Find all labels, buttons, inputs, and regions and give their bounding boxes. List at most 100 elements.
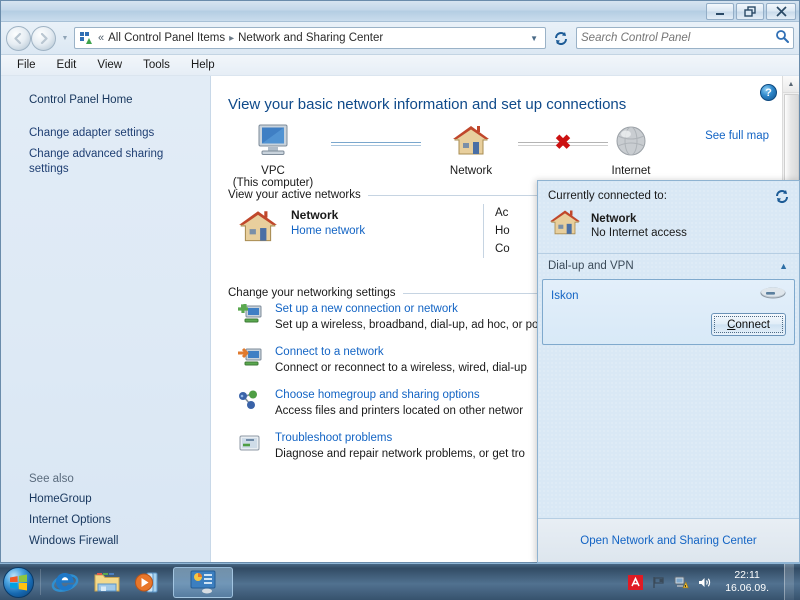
sidebar-item-homegroup[interactable]: HomeGroup (1, 489, 210, 510)
active-network-row: Network Home network (237, 208, 365, 251)
start-button[interactable] (3, 566, 34, 598)
taskbar-item-media-player[interactable] (131, 567, 167, 598)
setting-link[interactable]: Troubleshoot problems (275, 432, 525, 444)
page-title: View your basic network information and … (228, 96, 627, 113)
window-buttons (706, 3, 796, 20)
sidebar-item-internet-options[interactable]: Internet Options (1, 510, 210, 531)
network-flyout: Currently connected to: Network No Inter… (537, 180, 800, 563)
see-full-map-link[interactable]: See full map (705, 130, 769, 142)
address-bar[interactable]: « All Control Panel Items ▸ Network and … (74, 27, 546, 49)
flyout-network-text: Network No Internet access (591, 213, 687, 239)
flyout-connection-item-iskon[interactable]: Iskon Connect (542, 279, 795, 345)
network-warning-icon[interactable] (673, 574, 689, 590)
modem-icon (760, 286, 786, 305)
active-network-name: Network (291, 208, 339, 222)
broken-link-x-icon: ✖ (554, 132, 572, 154)
minimize-button[interactable] (706, 3, 734, 20)
sidebar-item-control-panel-home[interactable]: Control Panel Home (1, 90, 210, 111)
map-node-internet[interactable]: Internet (586, 123, 676, 177)
breadcrumb-item-1[interactable]: Network and Sharing Center (238, 32, 383, 44)
flyout-network-name: Network (591, 212, 637, 225)
menu-bar: File Edit View Tools Help (1, 55, 799, 76)
flyout-connected-title: Currently connected to: (548, 190, 667, 202)
setting-link[interactable]: Connect to a network (275, 346, 527, 358)
detail-homegroup: Ho (495, 225, 510, 237)
show-desktop-button[interactable] (784, 563, 794, 600)
sidebar: Control Panel Home Change adapter settin… (1, 76, 211, 562)
taskbar-item-windows-explorer[interactable] (89, 567, 125, 598)
search-input[interactable] (581, 32, 775, 44)
chevron-down-icon[interactable]: ▼ (526, 34, 542, 43)
house-icon (548, 208, 582, 243)
recent-pages-button[interactable]: ▼ (59, 35, 71, 42)
folder-icon (94, 572, 120, 591)
see-also-section: See also HomeGroup Internet Options Wind… (1, 471, 210, 552)
setting-text: Set up a new connection or network Set u… (275, 303, 554, 333)
setting-link[interactable]: Set up a new connection or network (275, 303, 554, 315)
forward-button[interactable] (31, 25, 56, 51)
troubleshoot-icon (237, 432, 265, 462)
menu-view[interactable]: View (87, 57, 132, 73)
menu-help[interactable]: Help (181, 57, 225, 73)
active-network-icon (237, 208, 279, 251)
menu-edit[interactable]: Edit (47, 57, 87, 73)
active-network-type-link[interactable]: Home network (291, 225, 365, 237)
setting-description: Connect or reconnect to a wireless, wire… (275, 362, 527, 374)
setting-link[interactable]: Choose homegroup and sharing options (275, 389, 523, 401)
setting-text: Choose homegroup and sharing options Acc… (275, 389, 523, 419)
flyout-connected-network[interactable]: Network No Internet access (538, 206, 799, 253)
flyout-group-label: Dial-up and VPN (548, 260, 634, 272)
close-button[interactable] (766, 3, 796, 20)
scroll-up-button[interactable]: ▲ (783, 76, 799, 93)
setting-description: Diagnose and repair network problems, or… (275, 448, 525, 460)
network-sharing-center-icon (190, 570, 216, 594)
taskbar-clock[interactable]: 22:11 16.06.09. (719, 569, 775, 595)
search-icon (775, 29, 789, 48)
active-network-details: Ac Ho Co (483, 204, 510, 258)
antivirus-icon[interactable] (627, 574, 643, 590)
map-node-computer[interactable]: VPC (This computer) (228, 123, 318, 189)
flyout-footer: Open Network and Sharing Center (538, 518, 799, 562)
refresh-button[interactable] (549, 26, 573, 50)
action-flag-icon[interactable] (650, 574, 666, 590)
connect-button[interactable]: Connect (711, 313, 786, 336)
open-network-sharing-center-link[interactable]: Open Network and Sharing Center (580, 535, 756, 547)
back-button[interactable] (6, 25, 31, 51)
flyout-item-row: Iskon (551, 286, 786, 305)
menu-file[interactable]: File (7, 57, 46, 73)
computer-icon (258, 124, 288, 155)
active-network-text: Network Home network (291, 208, 365, 251)
sidebar-item-change-advanced-sharing[interactable]: Change advanced sharing settings (1, 144, 210, 180)
sidebar-item-change-adapter-settings[interactable]: Change adapter settings (1, 123, 210, 144)
map-node-network[interactable]: Network (426, 123, 516, 177)
flyout-refresh-button[interactable] (774, 188, 790, 209)
menu-tools[interactable]: Tools (133, 57, 180, 73)
map-link-computer-network (331, 142, 421, 148)
flyout-item-name[interactable]: Iskon (551, 290, 579, 302)
setting-description: Set up a wireless, broadband, dial-up, a… (275, 319, 554, 331)
flyout-button-row: Connect (551, 313, 786, 336)
search-box[interactable] (576, 27, 794, 49)
sidebar-item-windows-firewall[interactable]: Windows Firewall (1, 531, 210, 552)
control-panel-icon (78, 30, 94, 46)
breadcrumb-item-0[interactable]: All Control Panel Items (108, 32, 225, 44)
networking-settings-heading-text: Change your networking settings (228, 287, 396, 299)
volume-icon[interactable] (696, 574, 712, 590)
setting-text: Connect to a network Connect or reconnec… (275, 346, 527, 376)
new-connection-icon (237, 303, 265, 333)
taskbar-item-internet-explorer[interactable] (47, 567, 83, 598)
connect-network-icon (237, 346, 265, 376)
flyout-body: Currently connected to: Network No Inter… (538, 181, 799, 518)
help-icon[interactable]: ? (760, 84, 777, 101)
chevron-up-icon[interactable]: ▲ (779, 261, 788, 271)
breadcrumb-overflow[interactable]: « (98, 32, 104, 44)
navigation-bar: ▼ « All Control Panel Items ▸ Network an… (1, 22, 799, 55)
restore-button[interactable] (736, 3, 764, 20)
homegroup-icon (237, 389, 265, 419)
window-titlebar[interactable] (1, 1, 799, 22)
flyout-group-dialup-vpn[interactable]: Dial-up and VPN ▲ (538, 254, 799, 279)
breadcrumb-separator[interactable]: ▸ (229, 33, 234, 44)
taskbar-item-control-panel-window[interactable] (173, 566, 233, 598)
taskbar-divider (40, 569, 41, 595)
internet-explorer-icon (51, 573, 79, 592)
